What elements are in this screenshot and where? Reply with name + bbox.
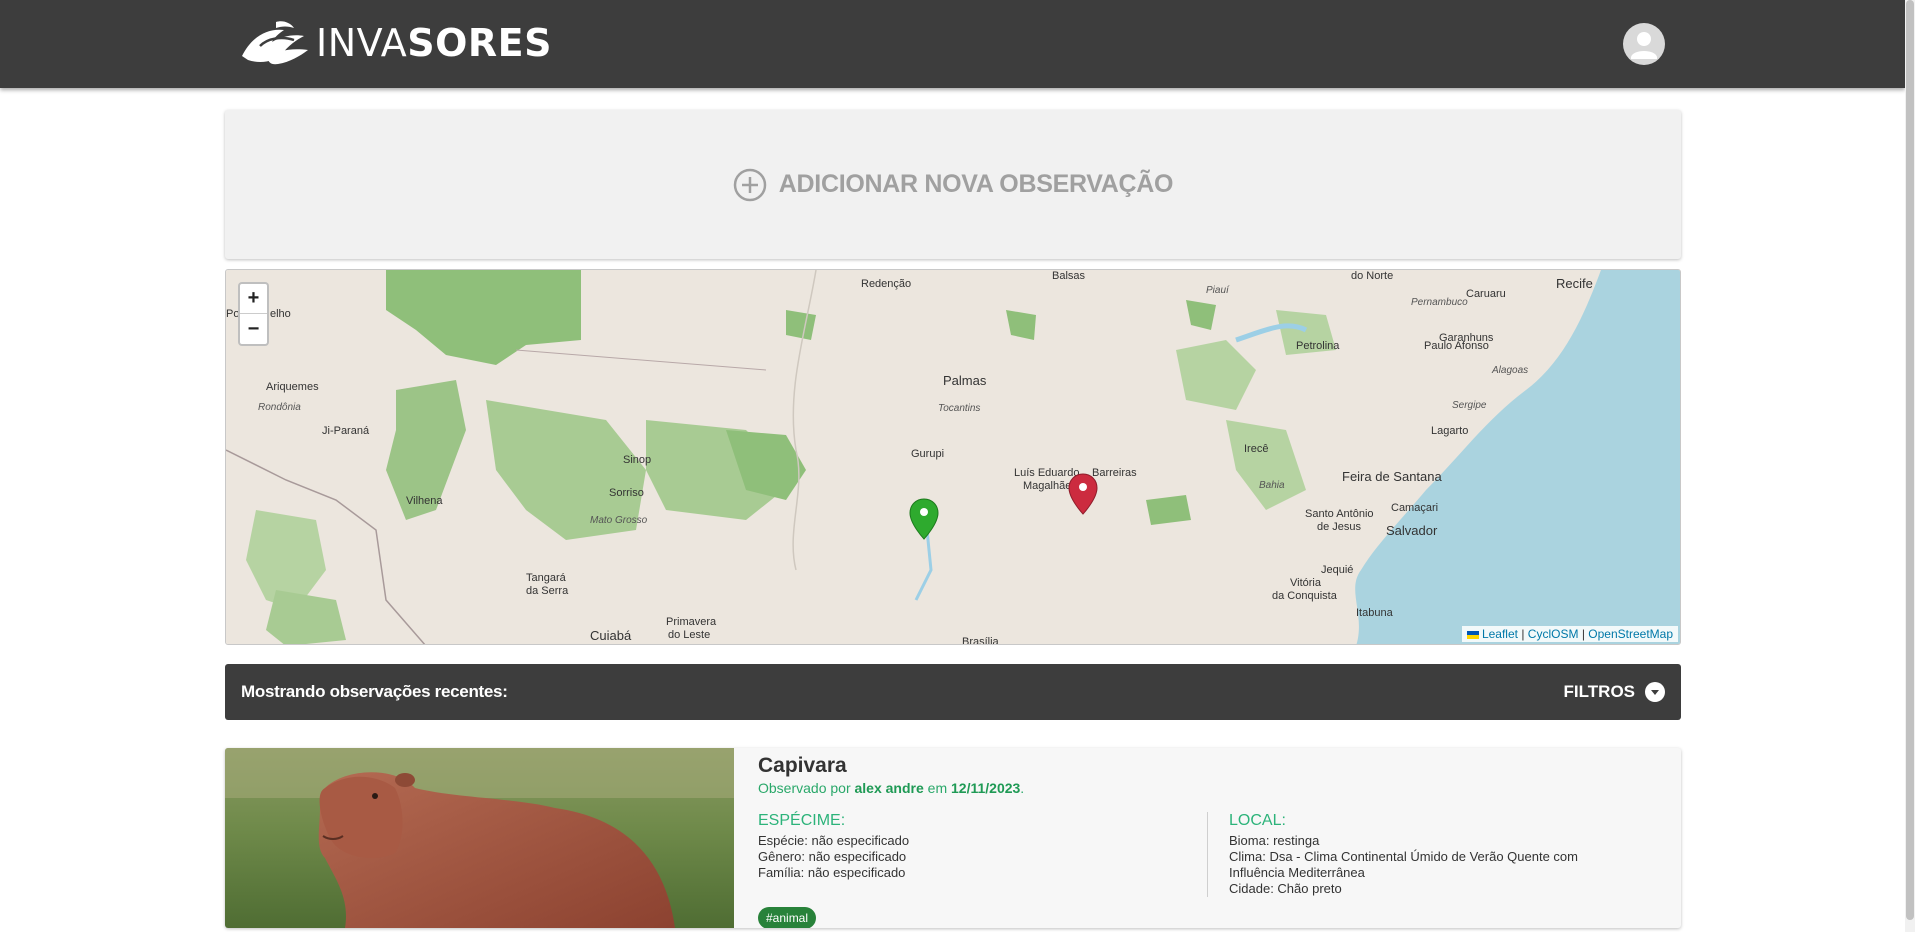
map-label: Vilhena: [406, 495, 443, 507]
specimen-heading: ESPÉCIME:: [758, 812, 846, 829]
family-value: Família: não especificado: [758, 865, 906, 880]
user-avatar-button[interactable]: [1623, 23, 1665, 65]
filters-label: FILTROS: [1563, 682, 1635, 701]
observations-heading: Mostrando observações recentes:: [241, 682, 508, 701]
location-column: LOCAL: Bioma: restinga Clima: Dsa - Clim…: [1207, 812, 1656, 897]
byline-mid: em: [927, 780, 948, 796]
map-label: Balsas: [1052, 270, 1086, 282]
map-label: Gurupi: [911, 448, 945, 460]
plus-circle-icon: [733, 168, 767, 201]
byline-suffix: .: [1020, 780, 1025, 796]
observation-card[interactable]: Capivara Observado por alex andre em 12/…: [225, 748, 1681, 928]
climate-value: Clima: Dsa - Clima Continental Úmido de …: [1229, 849, 1578, 880]
observation-marker-green[interactable]: [909, 498, 939, 540]
map-label: Sinop: [623, 454, 652, 466]
map-label: Pernambuco: [1411, 297, 1468, 308]
map-label: Barreiras: [1092, 467, 1137, 479]
add-observation-button[interactable]: ADICIONAR NOVA OBSERVAÇÃO: [225, 110, 1681, 259]
attribution-separator: |: [1521, 627, 1525, 641]
location-pin-icon: [1068, 473, 1098, 515]
byline-prefix: Observado por: [758, 780, 851, 796]
map-attribution: Leaflet | CyclOSM | OpenStreetMap: [1461, 626, 1678, 642]
observation-date: 12/11/2023: [951, 780, 1021, 796]
page-scrollbar[interactable]: [1905, 0, 1915, 932]
leaflet-link[interactable]: Leaflet: [1482, 627, 1518, 641]
app-logo[interactable]: INVASORES: [238, 16, 552, 70]
map-label: Petrolina: [1296, 340, 1340, 352]
map-label: Tangará: [526, 572, 566, 584]
location-heading: LOCAL:: [1229, 812, 1286, 829]
species-value: Espécie: não especificado: [758, 833, 910, 848]
map-zoom-control: + −: [238, 282, 269, 346]
cyclosm-link[interactable]: CyclOSM: [1528, 627, 1579, 641]
map-label: Rondônia: [258, 402, 301, 413]
map-label: Irecê: [1244, 443, 1269, 455]
observation-photo[interactable]: [225, 748, 734, 928]
map-label: Sorriso: [609, 487, 644, 499]
map-label: da Conquista: [1272, 590, 1337, 602]
map-label: Bahia: [1259, 480, 1285, 491]
map-label: Vitória: [1290, 577, 1321, 589]
city-value: Cidade: Chão preto: [1229, 881, 1342, 896]
map-label: Sergipe: [1452, 400, 1487, 411]
add-observation-label: ADICIONAR NOVA OBSERVAÇÃO: [778, 170, 1174, 198]
map-label: de Jesus: [1317, 521, 1362, 533]
map-label: Mato Grosso: [590, 515, 648, 526]
map-label: Primavera: [666, 616, 717, 628]
map-label: elho: [270, 308, 291, 320]
map-label: Paulo Afonso: [1424, 340, 1489, 352]
observation-byline: Observado por alex andre em 12/11/2023.: [758, 780, 1658, 796]
attribution-separator: |: [1581, 627, 1585, 641]
specimen-column: ESPÉCIME: Espécie: não especificado Gêne…: [758, 812, 1207, 897]
map-label: Santo Antônio: [1305, 508, 1374, 520]
genus-value: Gênero: não especificado: [758, 849, 907, 864]
zoom-in-button[interactable]: +: [240, 284, 267, 314]
observation-columns: ESPÉCIME: Espécie: não especificado Gêne…: [758, 812, 1658, 897]
observation-details: Capivara Observado por alex andre em 12/…: [758, 754, 1658, 928]
app-name: INVASORES: [316, 21, 552, 65]
ukraine-flag-icon: [1466, 630, 1479, 639]
biome-value: Bioma: restinga: [1229, 833, 1320, 848]
map-label: Tocantins: [938, 403, 981, 414]
zoom-out-button[interactable]: −: [240, 314, 267, 344]
top-navbar: INVASORES: [0, 0, 1905, 88]
map-label: Ariquemes: [266, 381, 319, 393]
map-label: Palmas: [943, 373, 987, 388]
location-pin-icon: [909, 498, 939, 540]
map-label: Camaçari: [1391, 502, 1439, 514]
openstreetmap-link[interactable]: OpenStreetMap: [1588, 627, 1673, 641]
map-label: Redenção: [861, 278, 912, 290]
map-label: da Serra: [526, 585, 569, 597]
map-label: Caruaru: [1466, 288, 1506, 300]
observations-map[interactable]: Redenção Balsas Piauí do Norte Caruaru R…: [225, 269, 1681, 645]
map-label: Feira de Santana: [1342, 469, 1442, 484]
map-label: Ji-Paraná: [322, 425, 370, 437]
map-label: do Leste: [668, 629, 711, 641]
filters-button[interactable]: FILTROS: [1564, 682, 1665, 702]
capybara-image: [225, 748, 734, 928]
map-label: do Norte: [1351, 270, 1394, 282]
map-label: Alagoas: [1492, 365, 1529, 376]
map-terrain: [226, 270, 1680, 644]
map-label: Salvador: [1386, 523, 1438, 538]
map-label: Brasília: [962, 636, 999, 645]
observation-marker-red[interactable]: [1068, 473, 1098, 515]
birds-logo-icon: [242, 21, 308, 65]
observations-header-bar: Mostrando observações recentes: FILTROS: [225, 664, 1681, 720]
map-label: Piauí: [1206, 285, 1229, 296]
tag-badge[interactable]: #animal: [758, 907, 817, 928]
map-label: Recife: [1556, 276, 1593, 291]
observation-title: Capivara: [758, 754, 847, 777]
map-label: Lagarto: [1431, 425, 1469, 437]
add-observation-content: ADICIONAR NOVA OBSERVAÇÃO: [733, 168, 1173, 202]
observation-author[interactable]: alex andre: [855, 780, 924, 796]
map-label: Itabuna: [1356, 607, 1393, 619]
scrollbar-thumb[interactable]: [1906, 0, 1914, 920]
map-label: Jequié: [1321, 564, 1354, 576]
user-icon: [1631, 32, 1657, 59]
map-label: Cuiabá: [590, 628, 632, 643]
chevron-down-icon: [1645, 682, 1665, 702]
